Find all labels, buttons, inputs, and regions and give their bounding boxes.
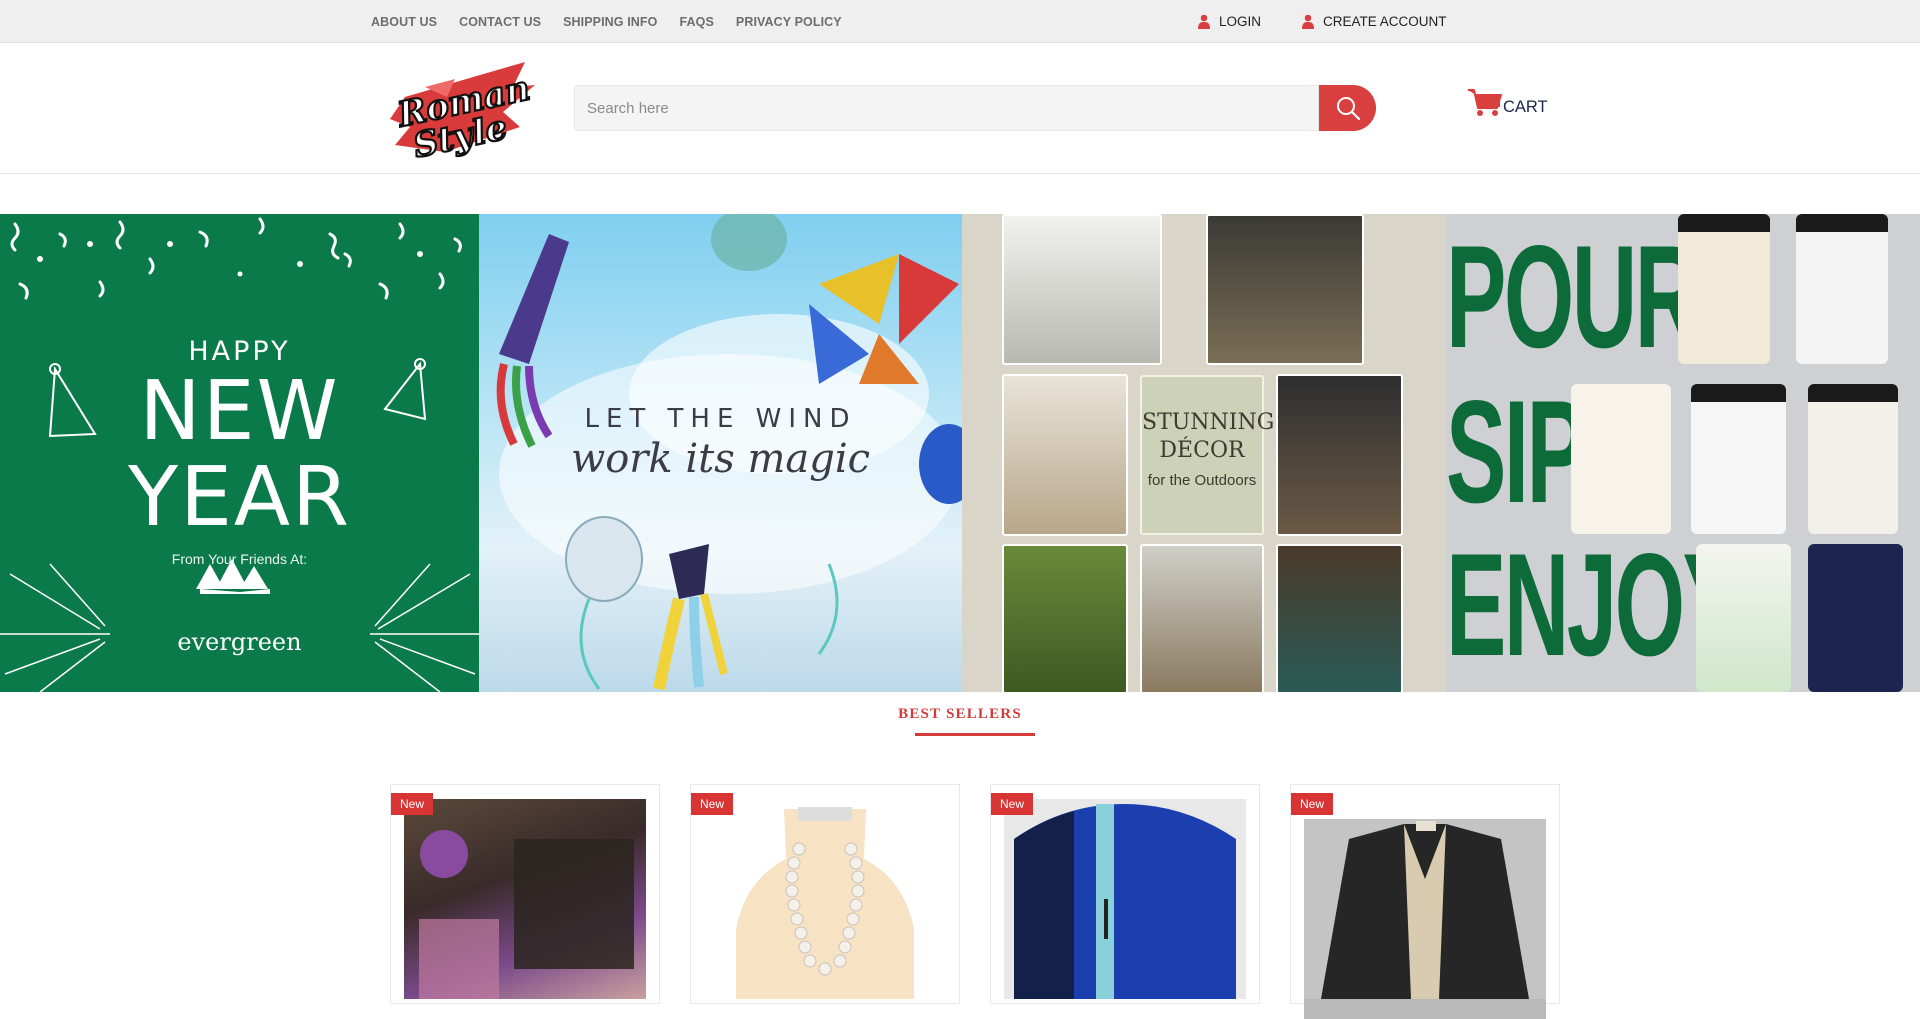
mug-image bbox=[1678, 214, 1770, 364]
new-badge: New bbox=[391, 793, 433, 815]
sleeping-bag-image bbox=[1004, 799, 1246, 999]
mug-image bbox=[1691, 384, 1786, 534]
best-sellers-title: BEST SELLERS bbox=[898, 706, 1022, 722]
search-bar bbox=[574, 85, 1376, 131]
sheet-set-package-image bbox=[419, 830, 634, 999]
necklace-mannequin-image bbox=[736, 807, 914, 999]
decor-photo bbox=[1140, 544, 1264, 692]
evergreen-brand-text: evergreen bbox=[177, 628, 302, 656]
decor-photo bbox=[1206, 214, 1364, 365]
logo-image: Roman Style bbox=[390, 62, 535, 167]
shipping-info-link[interactable]: SHIPPING INFO bbox=[563, 15, 657, 29]
cart-label: CART bbox=[1503, 97, 1548, 116]
hero-banner[interactable]: HAPPY NEW YEAR From Your Friends At: eve… bbox=[0, 214, 1920, 692]
mug-image bbox=[1796, 214, 1888, 364]
decor-subline: for the Outdoors bbox=[1147, 472, 1257, 489]
mug-image bbox=[1696, 544, 1791, 692]
new-badge: New bbox=[691, 793, 733, 815]
product-image[interactable] bbox=[704, 799, 946, 999]
decor-headline: STUNNING DÉCOR bbox=[1142, 410, 1275, 463]
search-button[interactable] bbox=[1319, 85, 1376, 131]
about-us-link[interactable]: ABOUT US bbox=[371, 15, 437, 29]
mug-image bbox=[1808, 384, 1898, 534]
mug-image bbox=[1808, 544, 1903, 692]
cart-link[interactable]: CART bbox=[1468, 83, 1548, 123]
mug-image bbox=[1571, 384, 1671, 534]
contact-us-link[interactable]: CONTACT US bbox=[459, 15, 541, 29]
new-year-from-text: From Your Friends At: bbox=[171, 551, 308, 567]
product-image[interactable] bbox=[1304, 819, 1546, 1019]
product-card[interactable]: New bbox=[690, 784, 960, 1004]
stunning-decor-card: STUNNING DÉCOR for the Outdoors bbox=[1140, 375, 1275, 535]
new-badge: New bbox=[1291, 793, 1333, 815]
new-badge: New bbox=[991, 793, 1033, 815]
product-card[interactable]: New bbox=[390, 784, 660, 1004]
banner-panel-new-year[interactable]: HAPPY NEW YEAR From Your Friends At: eve… bbox=[0, 214, 479, 692]
top-bar: ABOUT US CONTACT US SHIPPING INFO FAQS P… bbox=[0, 0, 1920, 43]
decor-photo bbox=[1276, 544, 1403, 692]
banner-panel-decor[interactable]: STUNNING DÉCOR for the Outdoors bbox=[962, 214, 1446, 692]
create-account-label: CREATE ACCOUNT bbox=[1323, 14, 1447, 29]
best-sellers-underline bbox=[915, 733, 1035, 736]
new-year-new-text: NEW bbox=[139, 364, 340, 459]
decor-photo bbox=[1002, 544, 1128, 692]
decor-photo bbox=[1002, 214, 1162, 365]
new-year-year-text: YEAR bbox=[128, 450, 351, 545]
search-input[interactable] bbox=[574, 85, 1319, 131]
decor-photo bbox=[1276, 374, 1403, 536]
faqs-link[interactable]: FAQS bbox=[679, 15, 713, 29]
banner-panel-wind[interactable]: LET THE WIND work its magic bbox=[479, 214, 962, 692]
wind-subline: work its magic bbox=[570, 436, 871, 482]
login-link[interactable]: LOGIN bbox=[1198, 0, 1261, 43]
wind-headline: LET THE WIND bbox=[584, 404, 857, 434]
user-icon bbox=[1302, 14, 1314, 29]
login-label: LOGIN bbox=[1219, 14, 1262, 29]
product-image[interactable] bbox=[1004, 799, 1246, 999]
pour-text: POUR bbox=[1446, 215, 1700, 378]
product-card[interactable]: New bbox=[990, 784, 1260, 1004]
decor-photo bbox=[1002, 374, 1128, 536]
banner-panel-mugs[interactable]: POUR SIP ENJOY bbox=[1446, 214, 1920, 692]
privacy-policy-link[interactable]: PRIVACY POLICY bbox=[736, 15, 842, 29]
leather-jacket-image bbox=[1304, 819, 1546, 999]
cart-icon bbox=[1468, 89, 1502, 116]
search-icon bbox=[1336, 97, 1360, 121]
create-account-link[interactable]: CREATE ACCOUNT bbox=[1302, 0, 1447, 43]
new-year-happy-text: HAPPY bbox=[188, 336, 291, 367]
site-header: Roman Style CART bbox=[0, 43, 1920, 174]
top-nav: ABOUT US CONTACT US SHIPPING INFO FAQS P… bbox=[371, 0, 864, 43]
user-icon bbox=[1198, 14, 1210, 29]
site-logo[interactable]: Roman Style bbox=[385, 57, 535, 167]
sip-text: SIP bbox=[1446, 370, 1587, 533]
product-image[interactable] bbox=[404, 799, 646, 999]
product-card[interactable]: New bbox=[1290, 784, 1560, 1019]
